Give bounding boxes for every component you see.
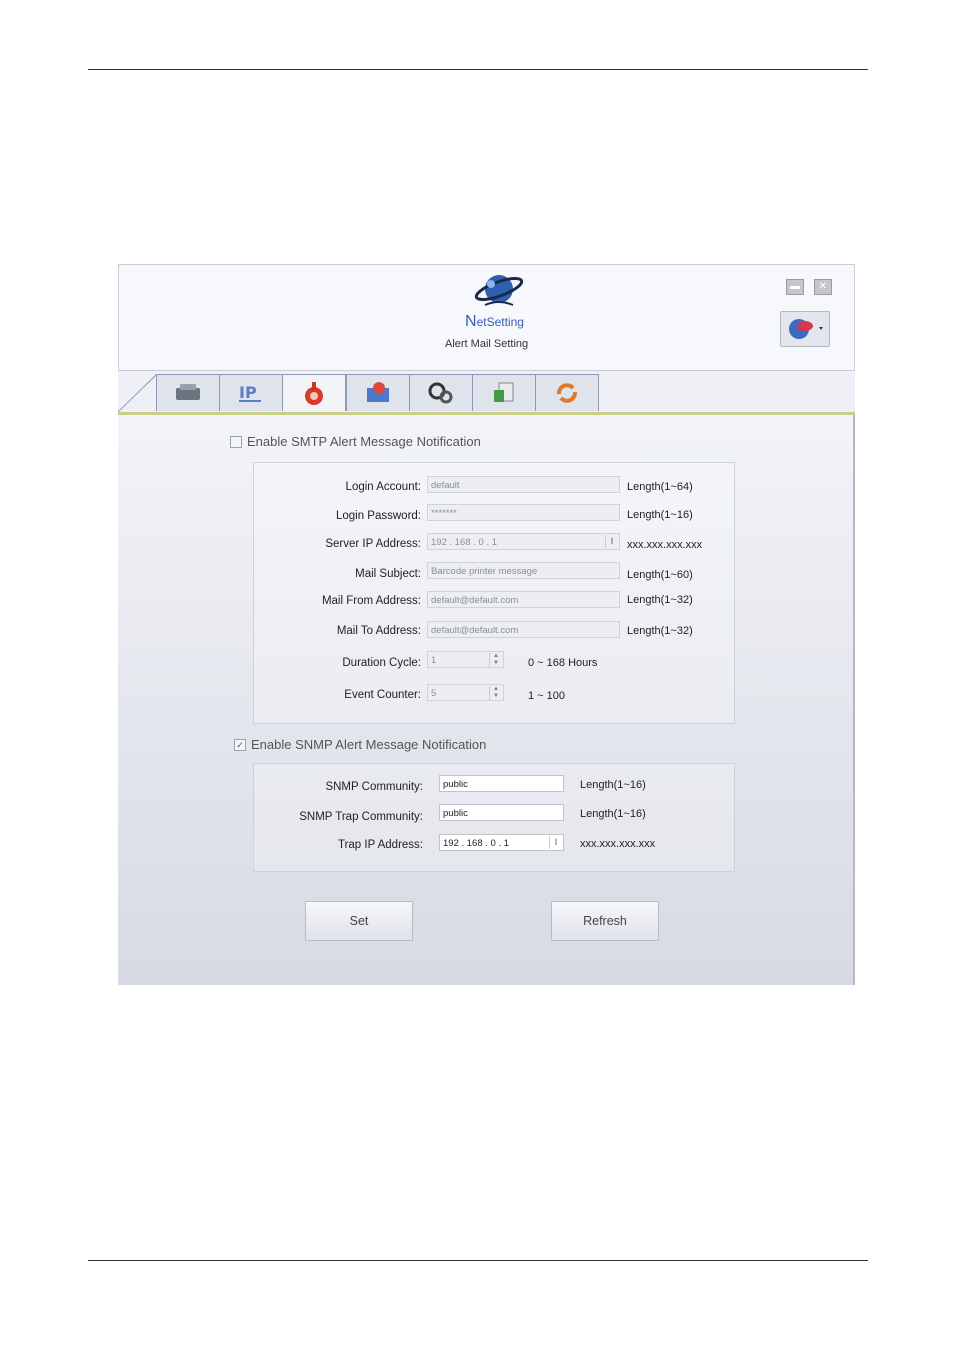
trap-ip-label: Trap IP Address:: [337, 839, 423, 851]
mail-subject-label: Mail Subject:: [355, 568, 421, 580]
trap-ip-hint: xxx.xxx.xxx.xxx: [580, 838, 656, 850]
snmp-community-label: SNMP Community:: [325, 781, 423, 793]
refresh-arrows-icon: [557, 383, 577, 403]
snmp-enable-checkbox[interactable]: ✓: [234, 738, 246, 751]
tab-settings[interactable]: [409, 374, 473, 411]
snmp-enable-row[interactable]: ✓ Enable SNMP Alert Message Notification: [234, 737, 486, 752]
ip-network-icon: IP: [239, 383, 261, 402]
smtp-enable-label: Enable SMTP Alert Message Notification: [247, 434, 481, 449]
alert-mail-icon: [305, 382, 323, 405]
netsetting-globe-icon: [474, 275, 524, 306]
event-counter-label: Event Counter:: [344, 689, 421, 701]
login-password-label: Login Password:: [335, 510, 421, 522]
alert-map-icon: [367, 382, 389, 402]
close-button[interactable]: ✕: [814, 279, 832, 295]
tab-ip-network[interactable]: IP: [219, 374, 283, 411]
mail-from-field[interactable]: default@default.com: [427, 591, 620, 608]
login-account-field[interactable]: default: [427, 476, 620, 493]
mail-to-field[interactable]: default@default.com: [427, 621, 620, 638]
spin-arrows-icon[interactable]: ▲ ▼: [489, 653, 502, 667]
trap-ip-value: 192 . 168 . 0 . 1: [443, 838, 510, 849]
bottom-page-rule: [88, 1260, 868, 1261]
mail-to-hint: Length(1~32): [627, 625, 693, 637]
server-ip-hint: xxx.xxx.xxx.xxx: [627, 539, 703, 551]
minimize-button[interactable]: ▬: [786, 279, 804, 295]
snmp-community-hint: Length(1~16): [580, 779, 646, 791]
server-ip-value: 192 . 168 . 0 . 1: [431, 537, 498, 548]
duration-cycle-stepper[interactable]: 1 ▲ ▼: [427, 651, 504, 668]
snmp-community-field[interactable]: public: [439, 775, 564, 792]
event-counter-stepper[interactable]: 5 ▲ ▼: [427, 684, 504, 701]
tab-refresh[interactable]: [535, 374, 599, 411]
printer-icon: [176, 384, 200, 400]
duration-cycle-value: 1: [431, 655, 437, 666]
svg-text:IP: IP: [239, 383, 257, 402]
mail-subject-hint: Length(1~60): [627, 569, 693, 581]
top-page-rule: [88, 69, 868, 70]
mail-subject-field[interactable]: Barcode printer message: [427, 562, 620, 579]
snmp-enable-label: Enable SNMP Alert Message Notification: [251, 737, 487, 752]
page-title: Alert Mail Setting: [445, 338, 529, 350]
tab-printer[interactable]: [156, 374, 220, 411]
duration-cycle-label: Duration Cycle:: [342, 657, 421, 669]
login-password-field[interactable]: *******: [427, 504, 620, 521]
event-counter-hint: 1 ~ 100: [528, 690, 566, 702]
app-brand: NetSetting: [465, 313, 524, 330]
mail-to-label: Mail To Address:: [336, 625, 421, 637]
tab-slant-edge: [118, 374, 158, 412]
login-account-hint: Length(1~64): [627, 481, 693, 493]
server-ip-label: Server IP Address:: [325, 538, 421, 550]
tab-bar: IP: [118, 374, 855, 412]
mail-from-hint: Length(1~32): [627, 594, 693, 606]
snmp-trap-community-label: SNMP Trap Community:: [299, 811, 423, 823]
login-password-hint: Length(1~16): [627, 509, 693, 521]
ip-cursor-icon[interactable]: I: [605, 535, 618, 548]
trap-ip-field[interactable]: 192 . 168 . 0 . 1 I: [439, 834, 564, 851]
smtp-enable-checkbox[interactable]: [230, 435, 242, 448]
file-transfer-icon: [494, 382, 514, 402]
snmp-trap-community-field[interactable]: public: [439, 804, 564, 821]
spin-arrows-icon[interactable]: ▲ ▼: [489, 686, 502, 700]
window-header: NetSetting Alert Mail Setting ▬ ✕: [118, 264, 855, 371]
server-ip-field[interactable]: 192 . 168 . 0 . 1 I: [427, 533, 620, 550]
tab-file-transfer[interactable]: [472, 374, 536, 411]
smtp-enable-row[interactable]: Enable SMTP Alert Message Notification: [230, 434, 481, 449]
globe-chat-icon: [789, 319, 823, 339]
login-account-label: Login Account:: [345, 481, 421, 493]
refresh-button[interactable]: Refresh: [551, 901, 659, 941]
mail-from-label: Mail From Address:: [321, 595, 421, 607]
language-dropdown-button[interactable]: [780, 311, 830, 347]
tab-alert-mail[interactable]: [282, 374, 346, 411]
gears-icon: [428, 382, 453, 404]
ip-cursor-icon[interactable]: I: [549, 836, 562, 849]
set-button[interactable]: Set: [305, 901, 413, 941]
alert-mail-panel: Enable SMTP Alert Message Notification L…: [118, 415, 855, 985]
netsetting-window: NetSetting Alert Mail Setting ▬ ✕ IP Ena…: [118, 264, 855, 985]
tab-alert-map[interactable]: [346, 374, 410, 411]
event-counter-value: 5: [431, 688, 437, 699]
duration-cycle-hint: 0 ~ 168 Hours: [528, 657, 598, 669]
snmp-trap-community-hint: Length(1~16): [580, 808, 646, 820]
